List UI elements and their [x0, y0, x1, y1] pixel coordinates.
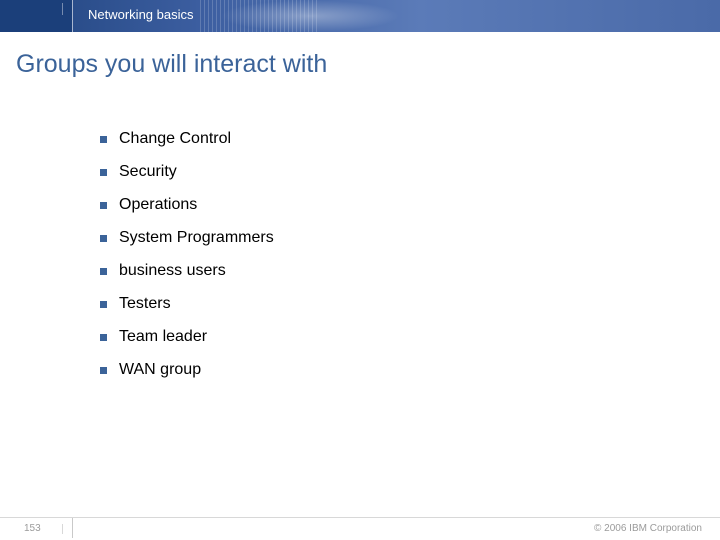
list-item: business users — [100, 262, 660, 280]
list-item: Security — [100, 163, 660, 181]
bullet-icon — [100, 202, 107, 209]
copyright: © 2006 IBM Corporation — [594, 523, 702, 534]
header-highlight — [220, 0, 400, 32]
bullet-text: System Programmers — [119, 229, 274, 247]
header-divider — [72, 0, 73, 32]
list-item: Team leader — [100, 328, 660, 346]
bullet-text: WAN group — [119, 361, 201, 379]
footer-divider-short — [62, 524, 63, 534]
bullet-icon — [100, 136, 107, 143]
bullet-text: Team leader — [119, 328, 207, 346]
list-item: Operations — [100, 196, 660, 214]
bullet-text: Operations — [119, 196, 197, 214]
bullet-icon — [100, 268, 107, 275]
header-title: Networking basics — [88, 7, 194, 22]
list-item: WAN group — [100, 361, 660, 379]
bullet-text: Security — [119, 163, 177, 181]
bullet-icon — [100, 334, 107, 341]
list-item: Testers — [100, 295, 660, 313]
bullet-icon — [100, 169, 107, 176]
header-divider-short — [62, 3, 63, 15]
page-number: 153 — [24, 523, 41, 534]
bullet-icon — [100, 367, 107, 374]
footer-divider — [72, 518, 73, 538]
header-bar: Networking basics — [0, 0, 720, 32]
list-item: System Programmers — [100, 229, 660, 247]
bullet-text: Testers — [119, 295, 171, 313]
bullet-text: Change Control — [119, 130, 231, 148]
footer: 153 © 2006 IBM Corporation — [0, 512, 720, 540]
content-list: Change Control Security Operations Syste… — [100, 130, 660, 394]
bullet-text: business users — [119, 262, 226, 280]
bullet-icon — [100, 301, 107, 308]
bullet-icon — [100, 235, 107, 242]
slide: Networking basics Groups you will intera… — [0, 0, 720, 540]
slide-title: Groups you will interact with — [16, 50, 327, 79]
list-item: Change Control — [100, 130, 660, 148]
footer-line — [0, 517, 720, 518]
